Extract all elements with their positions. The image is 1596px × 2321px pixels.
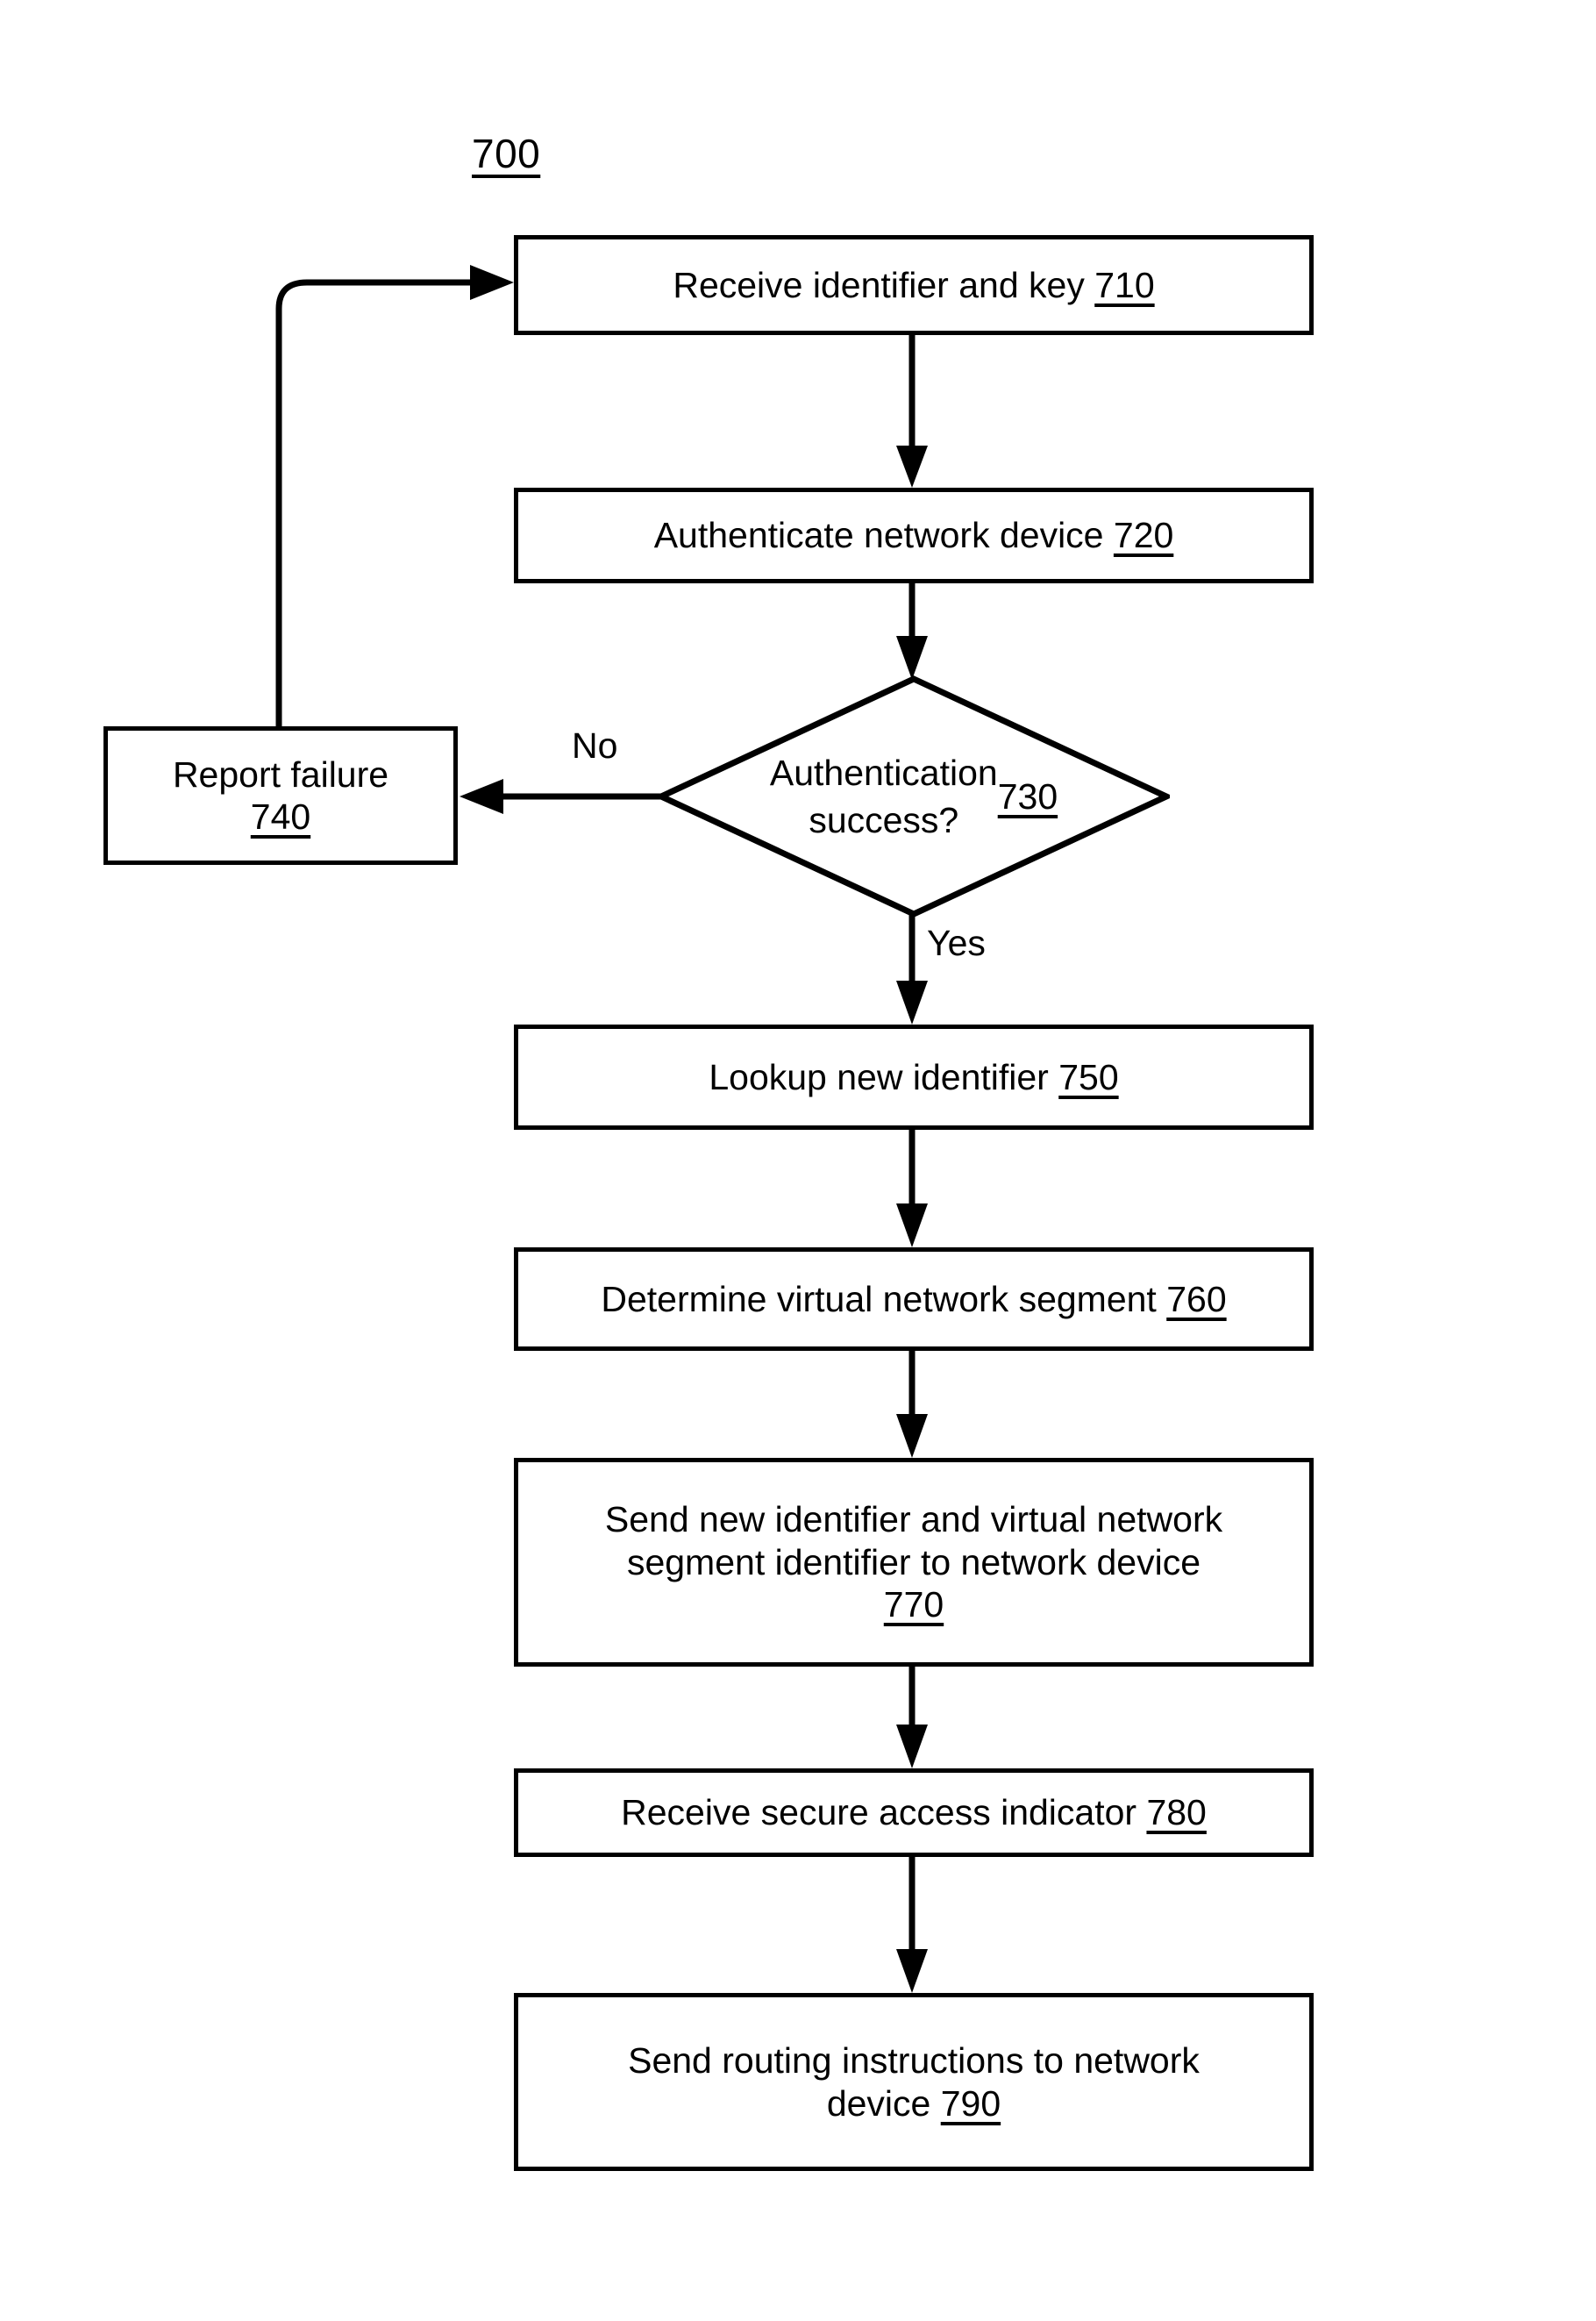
edge-730-to-740-no xyxy=(460,779,663,814)
edge-label-no: No xyxy=(572,725,618,766)
node-710-text: Receive identifier and key 710 xyxy=(673,264,1154,306)
node-report-failure[interactable]: Report failure 740 xyxy=(103,726,458,865)
edge-label-yes: Yes xyxy=(927,923,986,963)
connector-layer xyxy=(275,265,928,1993)
edge-710-to-720 xyxy=(896,335,928,488)
node-760-label: Determine virtual network segment xyxy=(601,1278,1167,1319)
node-authentication-success-decision[interactable]: Authentication success? 730 xyxy=(658,675,1170,918)
node-790-text: Send routing instructions to network dev… xyxy=(628,2039,1200,2125)
node-790-ref: 790 xyxy=(940,2082,1001,2124)
node-740-ref: 740 xyxy=(250,796,311,837)
node-720-ref: 720 xyxy=(1113,515,1174,556)
node-send-new-identifier-and-segment[interactable]: Send new identifier and virtual network … xyxy=(514,1458,1314,1667)
edge-720-to-730 xyxy=(896,583,928,680)
node-750-label: Lookup new identifier xyxy=(709,1056,1059,1097)
edge-730-to-750-yes xyxy=(896,914,928,1025)
node-770-text: Send new identifier and virtual network … xyxy=(605,1498,1222,1625)
node-780-label: Receive secure access indicator xyxy=(621,1792,1147,1833)
node-750-ref: 750 xyxy=(1058,1056,1119,1097)
node-740-label: Report failure xyxy=(172,753,389,795)
node-send-routing-instructions[interactable]: Send routing instructions to network dev… xyxy=(514,1993,1314,2171)
node-760-ref: 760 xyxy=(1166,1278,1227,1319)
edge-780-to-790 xyxy=(896,1857,928,1993)
node-710-label: Receive identifier and key xyxy=(673,264,1095,305)
node-710-ref: 710 xyxy=(1094,264,1155,305)
node-770-label: Send new identifier and virtual network … xyxy=(604,1499,1223,1582)
node-780-text: Receive secure access indicator 780 xyxy=(621,1791,1207,1833)
node-790-label: Send routing instructions to network dev… xyxy=(628,2040,1200,2124)
diamond-shape xyxy=(658,675,1170,918)
node-authenticate-network-device[interactable]: Authenticate network device 720 xyxy=(514,488,1314,583)
node-720-text: Authenticate network device 720 xyxy=(654,514,1174,556)
edge-770-to-780 xyxy=(896,1667,928,1768)
edge-760-to-770 xyxy=(896,1351,928,1458)
figure-number-label: 700 xyxy=(472,131,541,176)
node-780-ref: 780 xyxy=(1146,1792,1207,1833)
node-750-text: Lookup new identifier 750 xyxy=(709,1056,1118,1098)
node-740-text: Report failure 740 xyxy=(173,753,388,839)
edge-750-to-760 xyxy=(896,1130,928,1247)
node-receive-identifier-and-key[interactable]: Receive identifier and key 710 xyxy=(514,235,1314,335)
node-lookup-new-identifier[interactable]: Lookup new identifier 750 xyxy=(514,1025,1314,1130)
edge-740-to-710-feedback xyxy=(275,265,514,726)
node-720-label: Authenticate network device xyxy=(653,515,1114,556)
node-determine-virtual-network-segment[interactable]: Determine virtual network segment 760 xyxy=(514,1247,1314,1351)
node-receive-secure-access-indicator[interactable]: Receive secure access indicator 780 xyxy=(514,1768,1314,1857)
node-760-text: Determine virtual network segment 760 xyxy=(601,1278,1226,1320)
figure-canvas: 700 No Yes Receive identifier and key 71… xyxy=(0,0,1596,2321)
node-770-ref: 770 xyxy=(883,1584,944,1625)
